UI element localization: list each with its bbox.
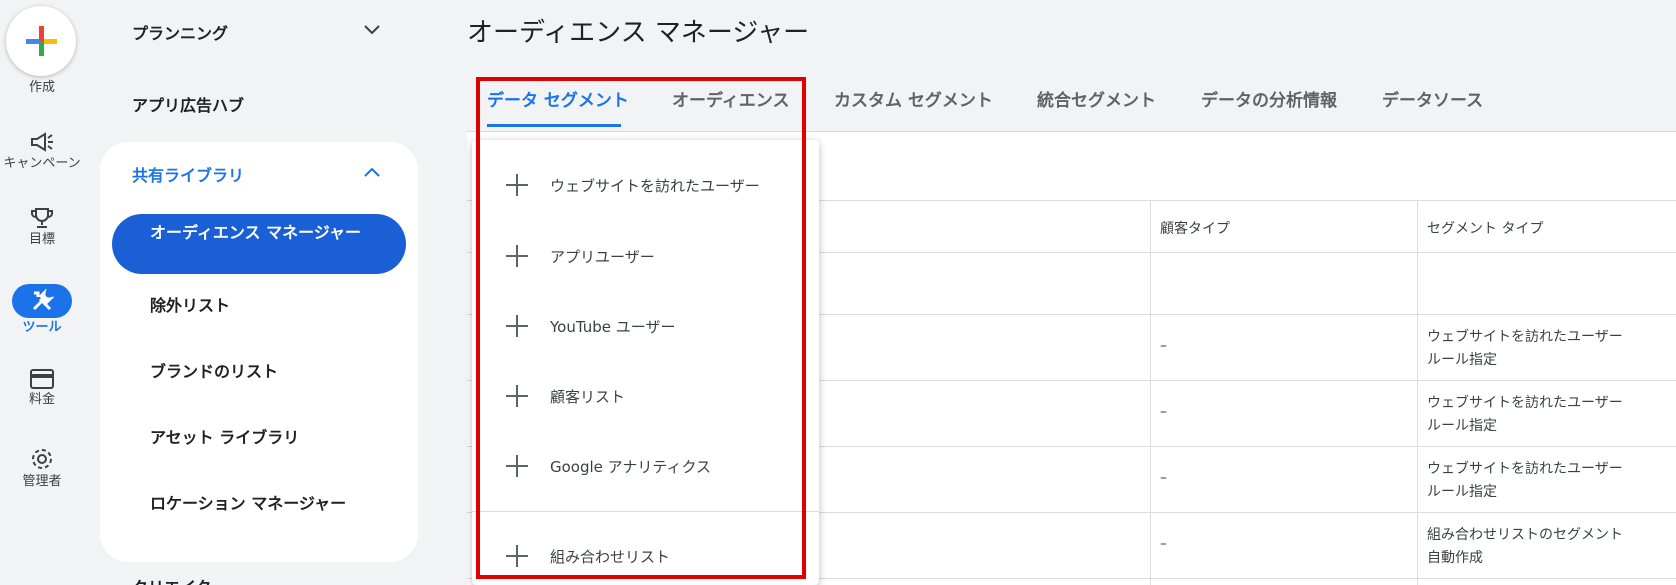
segment-type-cell: ウェブサイトを訪れたユーザー ルール指定 (1427, 326, 1623, 372)
segment-type-primary: ウェブサイトを訪れたユーザー (1427, 461, 1623, 477)
billing-label: 料金 (28, 392, 55, 407)
rail-item-tools[interactable]: ツール (0, 284, 84, 336)
tab-custom-segments[interactable]: カスタム セグメント (834, 86, 993, 111)
tab-data-insights[interactable]: データの分析情報 (1201, 86, 1337, 111)
create-button[interactable] (6, 6, 76, 76)
customer-type-cell: – (1160, 470, 1167, 486)
plus-color-icon (26, 26, 57, 56)
campaigns-label: キャンペーン (3, 156, 81, 171)
goals-label: 目標 (28, 232, 55, 247)
tools-icon (32, 289, 54, 311)
column-divider (1417, 200, 1418, 585)
admin-label: 管理者 (22, 474, 62, 489)
nav-item-exclusion-lists[interactable]: 除外リスト (150, 292, 230, 316)
nav-item-asset-library[interactable]: アセット ライブラリ (150, 424, 299, 448)
segment-type-primary: ウェブサイトを訪れたユーザー (1427, 329, 1623, 345)
rail-item-goals[interactable]: 目標 (0, 206, 84, 248)
tools-pill (12, 284, 72, 318)
nav-item-planning[interactable]: プランニング (132, 20, 228, 44)
segment-type-secondary: ルール指定 (1427, 484, 1497, 500)
nav-item-brand-lists[interactable]: ブランドのリスト (150, 358, 278, 382)
segment-type-primary: 組み合わせリストのセグメント (1427, 527, 1623, 543)
secondary-nav: プランニング アプリ広告ハブ 共有ライブラリ オーディエンス マネージャー 除外… (100, 0, 420, 585)
tab-combined-segments[interactable]: 統合セグメント (1037, 86, 1156, 111)
rail-item-billing[interactable]: 料金 (0, 368, 84, 408)
column-header-customer-type[interactable]: 顧客タイプ (1160, 218, 1230, 238)
segment-type-secondary: ルール指定 (1427, 418, 1497, 434)
create-label: 作成 (28, 80, 55, 95)
segment-type-primary: ウェブサイトを訪れたユーザー (1427, 395, 1623, 411)
column-divider (1150, 200, 1151, 585)
highlight-box (476, 77, 806, 579)
segment-type-secondary: 自動作成 (1427, 550, 1483, 566)
credit-card-icon (30, 369, 54, 389)
nav-item-creator-partial[interactable]: クリエイター (132, 574, 227, 585)
rail-item-campaigns[interactable]: キャンペーン (0, 130, 84, 172)
column-header-segment-type[interactable]: セグメント タイプ (1427, 218, 1543, 238)
page-title: オーディエンス マネージャー (467, 18, 810, 48)
nav-item-location-manager[interactable]: ロケーション マネージャー (150, 490, 346, 514)
segment-type-cell: 組み合わせリストのセグメント 自動作成 (1427, 524, 1623, 570)
tab-data-sources[interactable]: データソース (1382, 86, 1483, 111)
left-rail: 作成 キャンペーン 目標 ツール 料金 管理者 (0, 0, 84, 585)
nav-item-app-hub[interactable]: アプリ広告ハブ (132, 92, 244, 116)
chevron-down-icon[interactable] (362, 22, 382, 38)
trophy-icon (31, 208, 53, 228)
segment-type-cell: ウェブサイトを訪れたユーザー ルール指定 (1427, 392, 1623, 438)
nav-item-shared-library[interactable]: 共有ライブラリ (132, 162, 244, 186)
customer-type-cell: – (1160, 536, 1167, 552)
tools-label: ツール (22, 320, 62, 335)
customer-type-cell: – (1160, 404, 1167, 420)
megaphone-icon (31, 132, 53, 152)
rail-item-admin[interactable]: 管理者 (0, 446, 84, 490)
chevron-up-icon[interactable] (362, 164, 382, 180)
gear-icon (32, 449, 52, 469)
rail-create-label-wrap: 作成 (0, 78, 84, 96)
segment-type-secondary: ルール指定 (1427, 352, 1497, 368)
shared-library-card: 共有ライブラリ オーディエンス マネージャー 除外リスト ブランドのリスト アセ… (100, 142, 418, 562)
customer-type-cell: – (1160, 338, 1167, 354)
segment-type-cell: ウェブサイトを訪れたユーザー ルール指定 (1427, 458, 1623, 504)
nav-item-audience-manager[interactable]: オーディエンス マネージャー (112, 214, 406, 274)
